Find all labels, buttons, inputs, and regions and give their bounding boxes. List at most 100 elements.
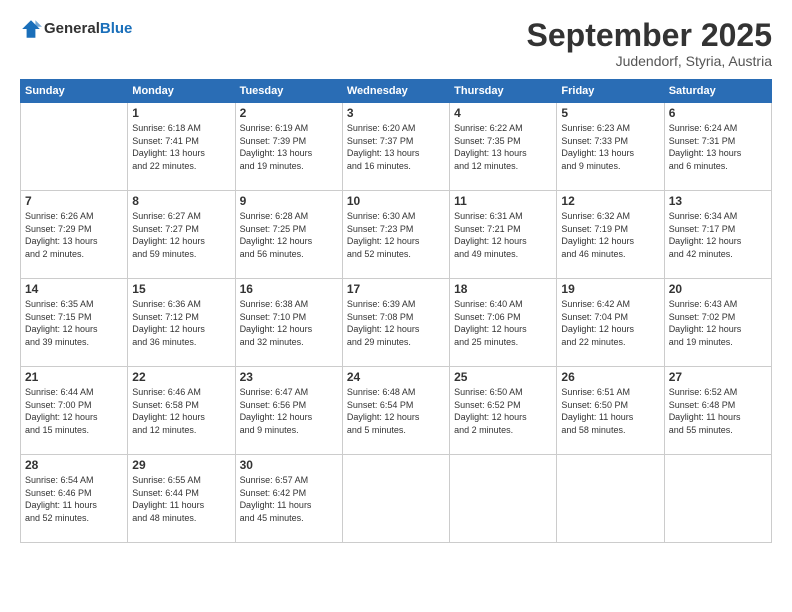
day-number: 14 <box>25 282 123 296</box>
col-wednesday: Wednesday <box>342 80 449 103</box>
logo-general: General <box>44 20 100 37</box>
day-number: 8 <box>132 194 230 208</box>
calendar-cell: 27 Sunrise: 6:52 AMSunset: 6:48 PMDayligh… <box>664 367 771 455</box>
day-number: 11 <box>454 194 552 208</box>
day-info: Sunrise: 6:27 AMSunset: 7:27 PMDaylight:… <box>132 210 230 260</box>
day-info: Sunrise: 6:54 AMSunset: 6:46 PMDaylight:… <box>25 474 123 524</box>
day-number: 18 <box>454 282 552 296</box>
day-number: 24 <box>347 370 445 384</box>
day-number: 3 <box>347 106 445 120</box>
day-info: Sunrise: 6:19 AMSunset: 7:39 PMDaylight:… <box>240 122 338 172</box>
calendar-cell: 26 Sunrise: 6:51 AMSunset: 6:50 PMDayligh… <box>557 367 664 455</box>
calendar-cell: 21 Sunrise: 6:44 AMSunset: 7:00 PMDayligh… <box>21 367 128 455</box>
col-thursday: Thursday <box>450 80 557 103</box>
calendar-cell: 22 Sunrise: 6:46 AMSunset: 6:58 PMDayligh… <box>128 367 235 455</box>
calendar-cell <box>664 455 771 543</box>
calendar-cell: 17 Sunrise: 6:39 AMSunset: 7:08 PMDayligh… <box>342 279 449 367</box>
month-title: September 2025 <box>527 18 772 53</box>
day-number: 4 <box>454 106 552 120</box>
calendar-cell: 16 Sunrise: 6:38 AMSunset: 7:10 PMDayligh… <box>235 279 342 367</box>
day-info: Sunrise: 6:48 AMSunset: 6:54 PMDaylight:… <box>347 386 445 436</box>
calendar-cell: 28 Sunrise: 6:54 AMSunset: 6:46 PMDayligh… <box>21 455 128 543</box>
day-info: Sunrise: 6:22 AMSunset: 7:35 PMDaylight:… <box>454 122 552 172</box>
day-number: 25 <box>454 370 552 384</box>
col-sunday: Sunday <box>21 80 128 103</box>
col-tuesday: Tuesday <box>235 80 342 103</box>
day-info: Sunrise: 6:20 AMSunset: 7:37 PMDaylight:… <box>347 122 445 172</box>
day-number: 27 <box>669 370 767 384</box>
day-number: 10 <box>347 194 445 208</box>
day-number: 22 <box>132 370 230 384</box>
calendar-cell: 23Sunrise: 6:47 AMSunset: 6:56 PMDayligh… <box>235 367 342 455</box>
day-info: Sunrise: 6:35 AMSunset: 7:15 PMDaylight:… <box>25 298 123 348</box>
day-number: 2 <box>240 106 338 120</box>
calendar-cell: 13Sunrise: 6:34 AMSunset: 7:17 PMDayligh… <box>664 191 771 279</box>
calendar-cell: 12 Sunrise: 6:32 AMSunset: 7:19 PMDayligh… <box>557 191 664 279</box>
calendar-cell: 19 Sunrise: 6:42 AMSunset: 7:04 PMDayligh… <box>557 279 664 367</box>
day-number: 7 <box>25 194 123 208</box>
calendar-cell: 11 Sunrise: 6:31 AMSunset: 7:21 PMDayligh… <box>450 191 557 279</box>
calendar-cell: 30Sunrise: 6:57 AMSunset: 6:42 PMDayligh… <box>235 455 342 543</box>
calendar-cell: 2 Sunrise: 6:19 AMSunset: 7:39 PMDaylight… <box>235 103 342 191</box>
calendar-cell: 18Sunrise: 6:40 AMSunset: 7:06 PMDayligh… <box>450 279 557 367</box>
calendar-table: Sunday Monday Tuesday Wednesday Thursday… <box>20 79 772 543</box>
day-number: 5 <box>561 106 659 120</box>
day-number: 19 <box>561 282 659 296</box>
logo-blue: Blue <box>100 20 133 37</box>
page-header: GeneralBlue September 2025 Judendorf, St… <box>20 18 772 69</box>
calendar-cell: 25 Sunrise: 6:50 AMSunset: 6:52 PMDayligh… <box>450 367 557 455</box>
col-friday: Friday <box>557 80 664 103</box>
day-info: Sunrise: 6:50 AMSunset: 6:52 PMDaylight:… <box>454 386 552 436</box>
day-number: 12 <box>561 194 659 208</box>
day-info: Sunrise: 6:44 AMSunset: 7:00 PMDaylight:… <box>25 386 123 436</box>
calendar-cell: 24 Sunrise: 6:48 AMSunset: 6:54 PMDayligh… <box>342 367 449 455</box>
calendar-cell: 9Sunrise: 6:28 AMSunset: 7:25 PMDaylight… <box>235 191 342 279</box>
calendar-cell <box>557 455 664 543</box>
day-info: Sunrise: 6:30 AMSunset: 7:23 PMDaylight:… <box>347 210 445 260</box>
day-number: 26 <box>561 370 659 384</box>
day-info: Sunrise: 6:51 AMSunset: 6:50 PMDaylight:… <box>561 386 659 436</box>
col-saturday: Saturday <box>664 80 771 103</box>
day-info: Sunrise: 6:38 AMSunset: 7:10 PMDaylight:… <box>240 298 338 348</box>
title-block: September 2025 Judendorf, Styria, Austri… <box>527 18 772 69</box>
calendar-cell <box>21 103 128 191</box>
calendar-cell: 4 Sunrise: 6:22 AMSunset: 7:35 PMDaylight… <box>450 103 557 191</box>
day-info: Sunrise: 6:31 AMSunset: 7:21 PMDaylight:… <box>454 210 552 260</box>
calendar-cell: 1 Sunrise: 6:18 AMSunset: 7:41 PMDaylight… <box>128 103 235 191</box>
day-info: Sunrise: 6:46 AMSunset: 6:58 PMDaylight:… <box>132 386 230 436</box>
day-info: Sunrise: 6:26 AMSunset: 7:29 PMDaylight:… <box>25 210 123 260</box>
day-number: 23 <box>240 370 338 384</box>
day-info: Sunrise: 6:39 AMSunset: 7:08 PMDaylight:… <box>347 298 445 348</box>
day-info: Sunrise: 6:18 AMSunset: 7:41 PMDaylight:… <box>132 122 230 172</box>
day-info: Sunrise: 6:36 AMSunset: 7:12 PMDaylight:… <box>132 298 230 348</box>
day-number: 20 <box>669 282 767 296</box>
day-info: Sunrise: 6:28 AMSunset: 7:25 PMDaylight:… <box>240 210 338 260</box>
calendar-cell: 10 Sunrise: 6:30 AMSunset: 7:23 PMDayligh… <box>342 191 449 279</box>
day-number: 16 <box>240 282 338 296</box>
day-number: 1 <box>132 106 230 120</box>
day-info: Sunrise: 6:23 AMSunset: 7:33 PMDaylight:… <box>561 122 659 172</box>
calendar-header-row: Sunday Monday Tuesday Wednesday Thursday… <box>21 80 772 103</box>
calendar-cell: 7 Sunrise: 6:26 AMSunset: 7:29 PMDaylight… <box>21 191 128 279</box>
location-subtitle: Judendorf, Styria, Austria <box>527 53 772 69</box>
day-info: Sunrise: 6:55 AMSunset: 6:44 PMDaylight:… <box>132 474 230 524</box>
day-info: Sunrise: 6:52 AMSunset: 6:48 PMDaylight:… <box>669 386 767 436</box>
day-info: Sunrise: 6:43 AMSunset: 7:02 PMDaylight:… <box>669 298 767 348</box>
day-info: Sunrise: 6:57 AMSunset: 6:42 PMDaylight:… <box>240 474 338 524</box>
day-number: 28 <box>25 458 123 472</box>
calendar-cell: 8 Sunrise: 6:27 AMSunset: 7:27 PMDaylight… <box>128 191 235 279</box>
calendar-cell: 15Sunrise: 6:36 AMSunset: 7:12 PMDayligh… <box>128 279 235 367</box>
calendar-cell <box>342 455 449 543</box>
day-number: 21 <box>25 370 123 384</box>
calendar-cell: 3 Sunrise: 6:20 AMSunset: 7:37 PMDaylight… <box>342 103 449 191</box>
day-number: 6 <box>669 106 767 120</box>
col-monday: Monday <box>128 80 235 103</box>
calendar-cell: 5 Sunrise: 6:23 AMSunset: 7:33 PMDaylight… <box>557 103 664 191</box>
day-info: Sunrise: 6:42 AMSunset: 7:04 PMDaylight:… <box>561 298 659 348</box>
calendar-cell: 14 Sunrise: 6:35 AMSunset: 7:15 PMDayligh… <box>21 279 128 367</box>
day-number: 17 <box>347 282 445 296</box>
calendar-cell: 29Sunrise: 6:55 AMSunset: 6:44 PMDayligh… <box>128 455 235 543</box>
day-info: Sunrise: 6:24 AMSunset: 7:31 PMDaylight:… <box>669 122 767 172</box>
logo-icon <box>20 18 42 40</box>
day-info: Sunrise: 6:32 AMSunset: 7:19 PMDaylight:… <box>561 210 659 260</box>
